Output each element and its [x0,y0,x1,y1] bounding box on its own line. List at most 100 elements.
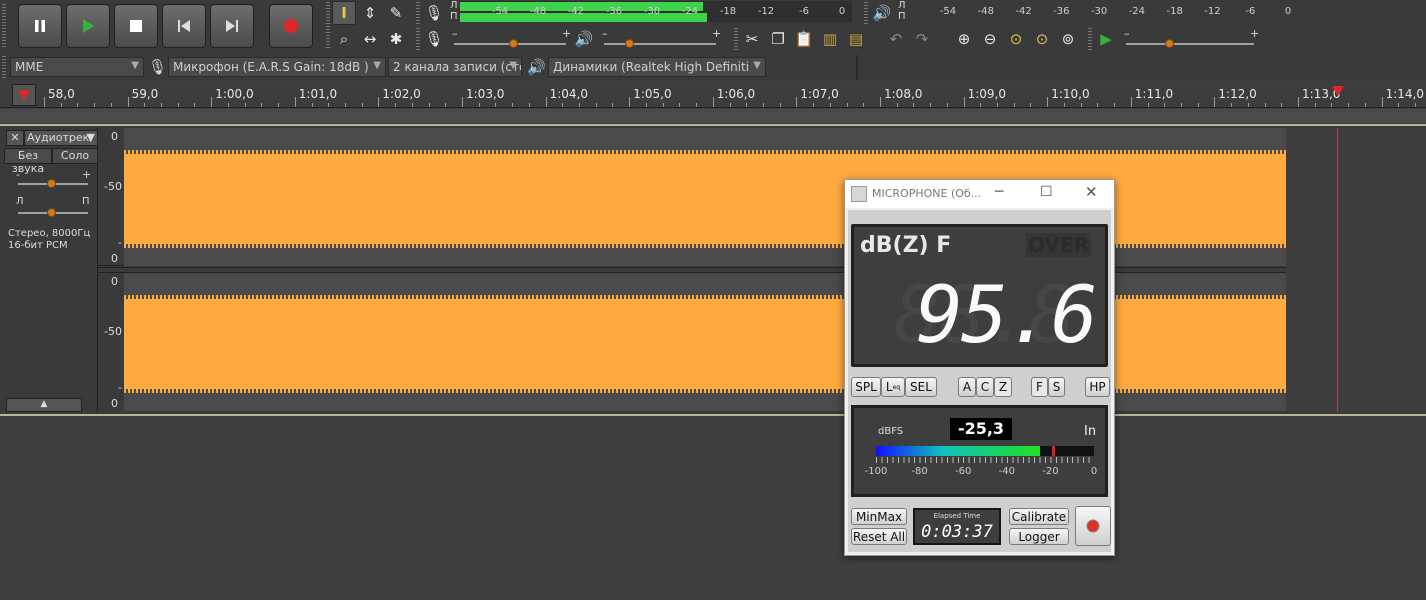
collapse-track-button[interactable]: ▲ [6,398,82,412]
speed-slider[interactable] [1126,43,1254,45]
fit-project-button[interactable]: ⊙ [1030,27,1054,51]
window-close-button[interactable]: ✕ [1085,183,1098,201]
meter-tick-label: -30 [643,6,661,17]
host-select[interactable]: MME ▼ [10,57,144,77]
pan-knob[interactable] [47,208,56,217]
rec-meter-button[interactable]: 🎙 [422,1,446,25]
multi-tool[interactable]: ✱ [384,27,408,51]
speed-knob[interactable] [1165,39,1174,48]
edit-grip[interactable] [734,28,738,50]
track-menu-button[interactable]: Аудиотрек ▼ [24,130,98,146]
timeline-ruler[interactable]: 58,0 59,0 1:00,0 1:01,0 1:02,0 1:03,0 1:04,0 1:… [0,82,1426,108]
rec-meter[interactable]: -54 -48 -42 -36 -30 -24 -18 -12 -6 0 [460,1,852,22]
cut-button[interactable]: ✂ [740,27,764,51]
select-tool[interactable]: I [332,1,356,25]
zoom-in-icon: ⊕ [957,30,971,48]
record-indicator-button[interactable] [1075,506,1111,546]
meter-tick-label: 0 [1284,6,1292,17]
mute-button[interactable]: Без звука [4,148,52,175]
a-weight-button[interactable]: A [958,377,976,397]
envelope-tool[interactable]: ⇕ [358,1,382,25]
spl-button[interactable]: SPL [851,377,881,397]
pause-button[interactable] [18,4,62,48]
calibrate-button[interactable]: Calibrate [1009,508,1069,525]
zoom-out-button[interactable]: ⊖ [978,27,1002,51]
maximize-button[interactable]: ☐ [1040,184,1053,200]
ruler-label: 1:07,0 [800,87,839,101]
meter-tick-label: -48 [977,6,994,17]
rec-volume-knob[interactable] [509,39,518,48]
solo-button[interactable]: Соло [52,148,98,164]
zoom-toggle-button[interactable]: ⊚ [1056,27,1080,51]
ruler-minor-tick [528,103,530,107]
play-volume-knob[interactable] [625,39,634,48]
meter-tick-label: -24 [681,6,699,17]
record-button[interactable] [269,4,313,48]
hp-button[interactable]: HP [1085,377,1110,397]
channels-select[interactable]: 2 канала записи (сте ▼ [388,57,522,77]
mixer-grip[interactable] [416,28,420,50]
paste-button[interactable]: 📋 [792,27,816,51]
ruler-label: 1:14,0 [1385,87,1424,101]
redo-button[interactable]: ↷ [910,27,934,51]
maximize-icon: ☐ [1040,184,1053,200]
minmax-button[interactable]: MinMax [851,508,907,525]
ruler-minor-tick [428,103,430,107]
play-button[interactable] [66,4,110,48]
trim-button[interactable]: ▥ [818,27,842,51]
sel-button[interactable]: SEL [905,377,937,397]
ruler-minor-tick [478,103,480,107]
gain-knob[interactable] [47,179,56,188]
ruler-tick [127,97,129,107]
device-grip[interactable] [2,56,6,78]
copy-button[interactable]: ❐ [766,27,790,51]
zoom-tool[interactable]: ⌕ [332,27,356,51]
undo-icon: ↶ [889,30,903,48]
play-meter[interactable]: -54 -48 -42 -36 -30 -24 -18 -12 -6 0 [908,1,1298,22]
silence-button[interactable]: ▤ [844,27,868,51]
fast-button[interactable]: F [1031,377,1048,397]
empty-track-region[interactable] [1286,128,1426,412]
rec-meter-grip[interactable] [416,2,420,24]
undo-button[interactable]: ↶ [884,27,908,51]
ruler-minor-tick [261,103,263,107]
ruler-tick [1381,97,1383,107]
minimize-icon: ─ [995,184,1004,200]
toolbar-grip[interactable] [2,4,6,48]
minimize-button[interactable]: ─ [995,184,1003,200]
i-beam-icon: I [341,4,347,22]
logger-label: Logger [1018,529,1060,544]
skip-start-button[interactable] [162,4,206,48]
slow-button[interactable]: S [1048,377,1065,397]
stop-button[interactable] [114,4,158,48]
time-shift-tool[interactable]: ↔ [358,27,382,51]
play-at-speed-button[interactable]: ▶ [1094,27,1118,51]
redo-icon: ↷ [915,30,929,48]
logger-button[interactable]: Logger [1009,528,1069,545]
c-weight-button[interactable]: C [976,377,994,397]
track-name: Аудиотрек [27,131,90,144]
mic-select[interactable]: Микрофон (E.A.R.S Gain: 18dB ) ▼ [168,57,386,77]
tools-grip[interactable] [326,2,330,50]
play-meter-button[interactable]: 🔊 [870,1,894,25]
draw-tool[interactable]: ✎ [384,1,408,25]
play-volume-slider[interactable] [604,43,716,45]
zoom-in-button[interactable]: ⊕ [952,27,976,51]
fit-selection-button[interactable]: ⊙ [1004,27,1028,51]
silence-icon: ▤ [848,30,864,48]
speaker-select[interactable]: Динамики (Realtek High Definiti ▼ [548,57,766,77]
leq-button[interactable]: Leq [881,377,905,397]
ruler-minor-tick [1264,103,1266,107]
timeline-options-button[interactable] [12,84,36,106]
close-track-button[interactable]: ✕ [6,130,24,146]
play-meter-grip[interactable] [864,2,868,24]
z-weight-button[interactable]: Z [994,377,1012,397]
meter-tick-label: -18 [1166,6,1183,17]
reset-all-button[interactable]: Reset All [851,528,907,545]
over-indicator: OVER [1026,233,1092,257]
title-bar[interactable]: MICROPHONE (Об... ─ ☐ ✕ [845,180,1114,208]
scrub-bar[interactable] [0,109,1426,123]
play-at-speed-grip[interactable] [1088,28,1092,50]
ruler-minor-tick [846,103,848,107]
skip-end-button[interactable] [210,4,254,48]
